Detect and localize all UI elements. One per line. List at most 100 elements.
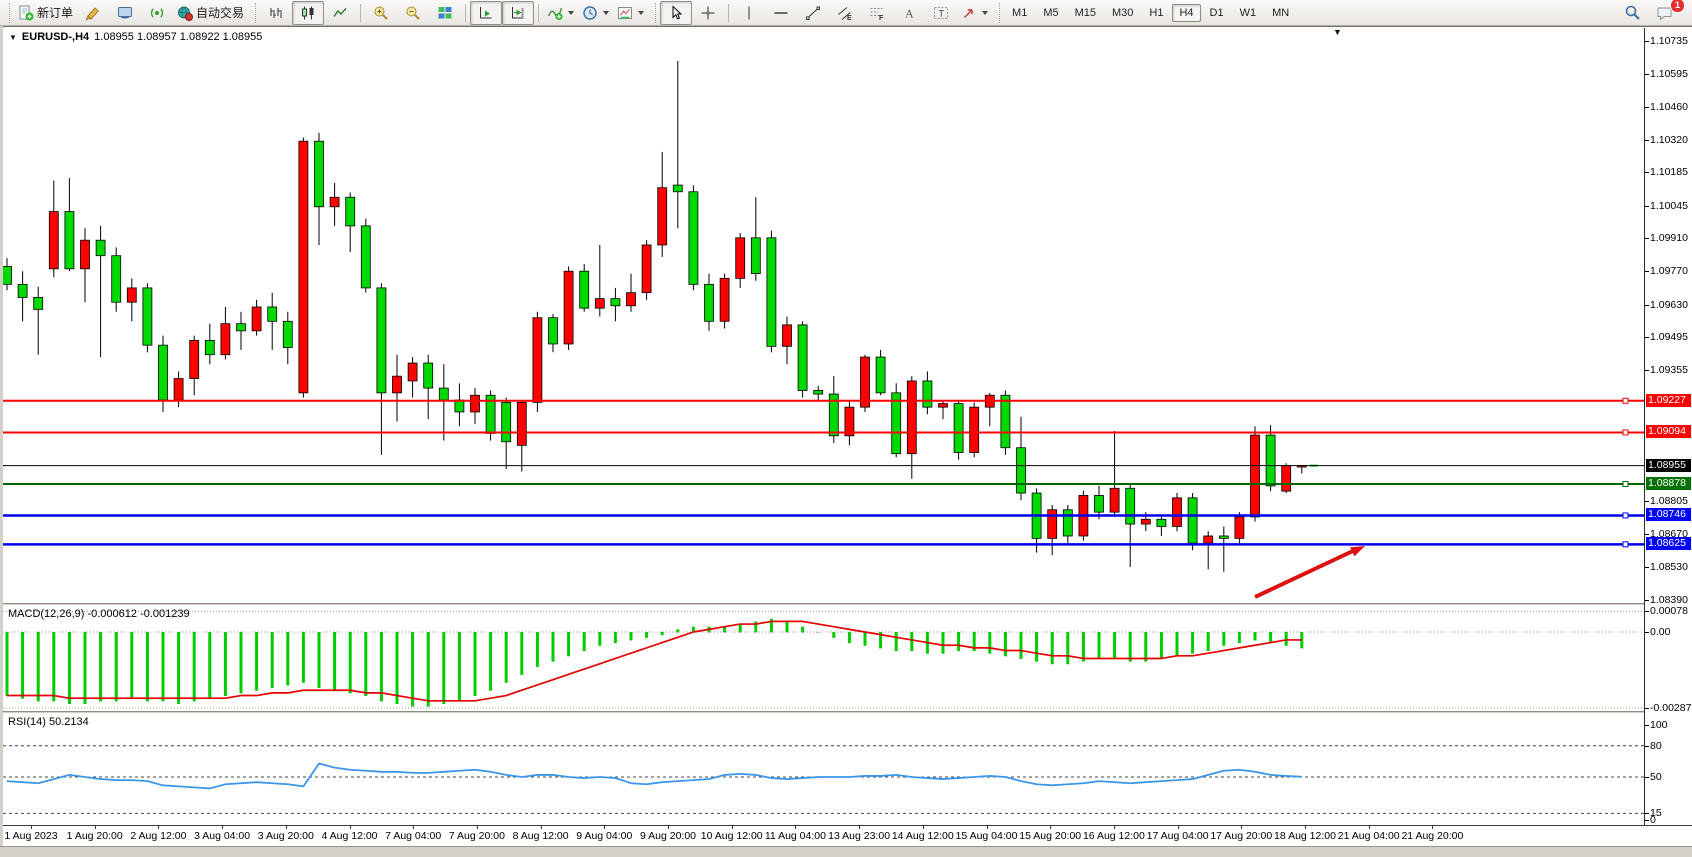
toolbar-grip[interactable]	[250, 3, 256, 23]
candle-body	[736, 238, 745, 279]
bar-chart-button[interactable]	[260, 1, 292, 25]
periods-button[interactable]	[578, 1, 613, 25]
terminal-button[interactable]	[109, 1, 141, 25]
new-order-label: 新订单	[37, 4, 73, 21]
candle-body	[1188, 498, 1197, 543]
candle-body	[861, 357, 870, 407]
arrows-button[interactable]	[957, 1, 992, 25]
timeframe-button-w1[interactable]: W1	[1233, 4, 1264, 22]
toolbar-grip[interactable]	[4, 3, 10, 23]
timeframe-button-m30[interactable]: M30	[1105, 4, 1140, 22]
zoom-out-button[interactable]	[397, 1, 429, 25]
candle-body	[1126, 488, 1135, 524]
ohlc-values: 1.08955 1.08957 1.08922 1.08955	[94, 31, 262, 43]
collapse-triangle-icon[interactable]: ▼	[9, 33, 17, 42]
candle-body	[315, 141, 324, 207]
timeframe-button-m15[interactable]: M15	[1068, 4, 1103, 22]
toolbar-grip[interactable]	[994, 3, 1000, 23]
candle-body	[658, 188, 667, 245]
rsi-tick-label: 100	[1650, 719, 1668, 731]
candle-body	[65, 212, 74, 269]
zoom-in-button[interactable]	[365, 1, 397, 25]
crosshair-button[interactable]	[692, 1, 724, 25]
macd-tick-label: 0.00	[1650, 626, 1670, 638]
time-tick-mark	[1369, 826, 1370, 829]
fibonacci-button[interactable]: F	[861, 1, 893, 25]
candle-body	[361, 226, 370, 288]
search-button[interactable]	[1616, 1, 1648, 25]
time-tick-mark	[413, 826, 414, 829]
auto-scroll-button[interactable]	[470, 1, 502, 25]
timeframe-button-h1[interactable]: H1	[1142, 4, 1170, 22]
horizontal-line-button[interactable]	[765, 1, 797, 25]
auto-trading-label: 自动交易	[196, 4, 244, 21]
price-chart-canvas[interactable]	[3, 28, 1644, 603]
macd-pane-canvas[interactable]	[3, 606, 1644, 711]
toolbar-separator	[465, 4, 466, 22]
toolbar-separator	[538, 4, 539, 22]
candle-body	[174, 379, 183, 400]
tile-windows-button[interactable]	[429, 1, 461, 25]
level-line-anchor[interactable]	[1623, 398, 1628, 403]
globe-icon	[177, 5, 193, 21]
new-order-button[interactable]: 新订单	[14, 1, 77, 25]
search-icon	[1624, 4, 1641, 21]
highlighter-button[interactable]	[77, 1, 109, 25]
candle-body	[720, 278, 729, 321]
candlestick-chart-button[interactable]	[292, 1, 324, 25]
price-tick-label: 1.10185	[1650, 166, 1688, 178]
annotation-arrow-shaft[interactable]	[1255, 550, 1355, 597]
candle-body	[642, 245, 651, 293]
price-axis[interactable]: 1.107351.105951.104601.103201.101851.100…	[1644, 28, 1692, 825]
chat-button[interactable]: 1	[1648, 1, 1680, 25]
candle-body	[907, 381, 916, 454]
timeframe-button-d1[interactable]: D1	[1203, 4, 1231, 22]
indicators-icon	[547, 5, 563, 21]
time-axis[interactable]: 1 Aug 20231 Aug 20:002 Aug 12:003 Aug 04…	[3, 826, 1644, 846]
toolbar-grip[interactable]	[650, 3, 656, 23]
cursor-button[interactable]	[660, 1, 692, 25]
price-tick-label: 1.10460	[1650, 101, 1688, 113]
candle-body	[580, 271, 589, 308]
signals-button[interactable]	[141, 1, 173, 25]
level-line-anchor[interactable]	[1623, 542, 1628, 547]
candle-body	[970, 407, 979, 452]
rsi-pane-canvas[interactable]	[3, 714, 1644, 825]
chart-shift-marker[interactable]: ▼	[1333, 27, 1342, 37]
vertical-line-button[interactable]	[733, 1, 765, 25]
candle-body	[767, 238, 776, 347]
candle-body	[159, 345, 168, 400]
price-tick-label: 1.08530	[1650, 561, 1688, 573]
price-tag: 1.08746	[1646, 508, 1691, 521]
timeframe-button-m5[interactable]: M5	[1036, 4, 1065, 22]
candle-body	[1095, 495, 1104, 512]
cursor-icon	[668, 5, 684, 21]
timeframe-button-mn[interactable]: MN	[1265, 4, 1296, 22]
chart-shift-button[interactable]	[502, 1, 534, 25]
annotation-arrow-head[interactable]	[1350, 546, 1365, 556]
timeframe-button-m1[interactable]: M1	[1005, 4, 1034, 22]
trendline-button[interactable]	[797, 1, 829, 25]
chevron-down-icon	[638, 11, 644, 15]
indicators-button[interactable]	[543, 1, 578, 25]
channel-button[interactable]: E	[829, 1, 861, 25]
candle-body	[1251, 435, 1260, 517]
notification-badge: 1	[1670, 0, 1685, 13]
candle-body	[689, 192, 698, 285]
auto-trading-button[interactable]: 自动交易	[173, 1, 248, 25]
text-button[interactable]: A	[893, 1, 925, 25]
candle-body	[923, 381, 932, 407]
level-line-anchor[interactable]	[1623, 513, 1628, 518]
candle-body	[1110, 488, 1119, 512]
text-label-button[interactable]: T	[925, 1, 957, 25]
level-line-anchor[interactable]	[1623, 430, 1628, 435]
line-chart-button[interactable]	[324, 1, 356, 25]
time-tick-mark	[31, 826, 32, 829]
zoom-out-icon	[405, 5, 421, 21]
candle-body	[1266, 435, 1275, 486]
arrow-shapes-icon	[961, 5, 977, 21]
timeframe-button-h4[interactable]: H4	[1172, 4, 1200, 22]
level-line-anchor[interactable]	[1623, 481, 1628, 486]
clock-icon	[582, 5, 598, 21]
templates-button[interactable]	[613, 1, 648, 25]
